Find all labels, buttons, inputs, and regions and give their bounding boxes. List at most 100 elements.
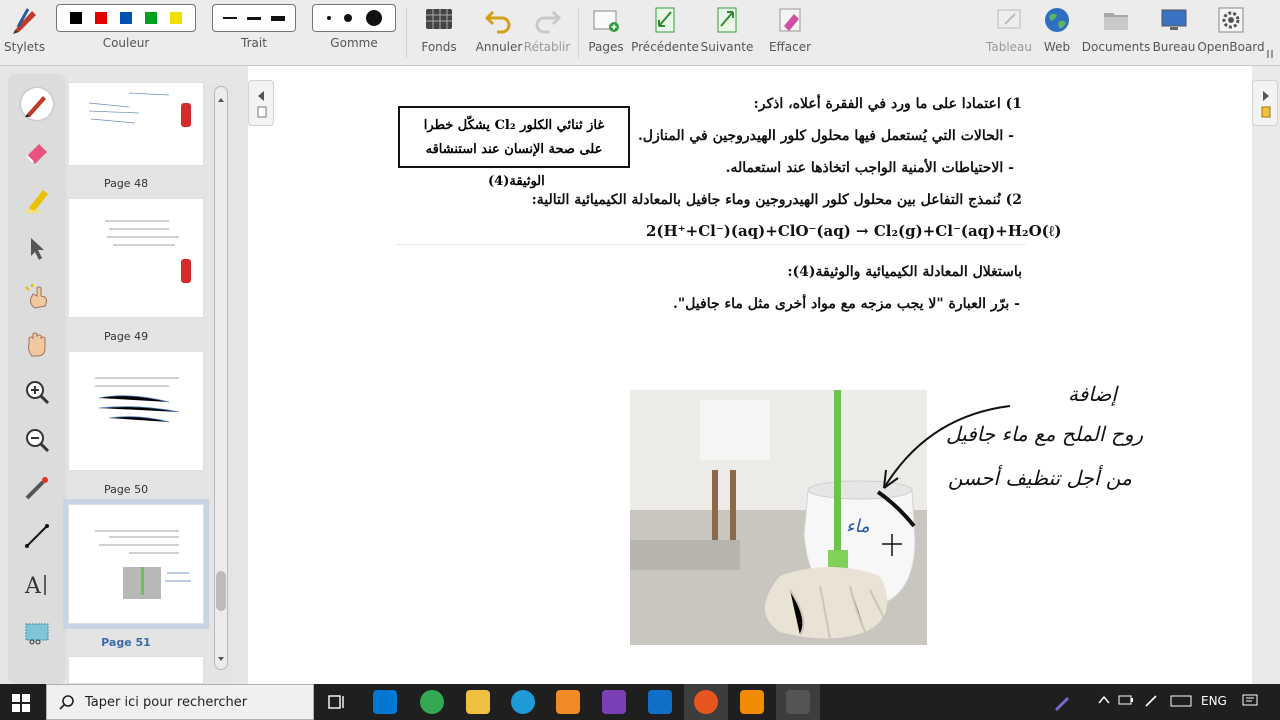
pointing-hand-icon	[25, 284, 47, 309]
windows-start-icon[interactable]	[12, 694, 30, 716]
pen-tool[interactable]	[21, 88, 53, 120]
highlighter-tool[interactable]	[21, 184, 53, 216]
color-blue[interactable]	[120, 12, 132, 24]
firefox-icon[interactable]	[694, 690, 718, 714]
trait-label: Trait	[241, 36, 267, 50]
precedente-button[interactable]: Précédente	[630, 4, 700, 54]
openboard-label: OpenBoard	[1197, 40, 1265, 54]
gomme-label: Gomme	[330, 36, 378, 50]
language-indicator[interactable]: ENG	[1201, 694, 1227, 708]
eraser-tool[interactable]	[21, 136, 53, 168]
line-thin[interactable]	[223, 17, 237, 19]
bureau-label: Bureau	[1152, 40, 1196, 54]
add-page-icon	[590, 4, 622, 36]
chevron-up-icon[interactable]	[1098, 694, 1110, 709]
capture-tool[interactable]	[21, 616, 53, 648]
document-box-line-2: على صحة الإنسان عند استنشاقه	[425, 142, 603, 157]
globe-icon	[1041, 4, 1073, 36]
pages-label: Pages	[588, 40, 624, 54]
stylets-button[interactable]: Stylets	[4, 4, 45, 54]
line-medium[interactable]	[247, 16, 261, 20]
eraser-icon	[26, 144, 47, 164]
effacer-button[interactable]: Effacer	[755, 4, 825, 54]
interact-tool[interactable]	[21, 280, 53, 312]
stylets-label: Stylets	[4, 40, 46, 54]
monitor-icon	[1158, 4, 1190, 36]
openboard-button[interactable]: OpenBoard	[1196, 4, 1266, 54]
file-explorer-icon[interactable]	[466, 690, 490, 714]
tool-palette: A	[8, 74, 66, 684]
chemical-equation: 2(H⁺+Cl⁻)(aq)+ClO⁻(aq) → Cl₂(g)+Cl⁻(aq)+…	[646, 222, 1062, 240]
color-green[interactable]	[145, 12, 157, 24]
justify-statement: - برّر العبارة "لا يجب مزجه مع مواد أخرى…	[673, 296, 1020, 312]
couleur-label: Couleur	[102, 36, 150, 50]
page-thumbnail-selected[interactable]	[63, 499, 209, 629]
app-orange-icon[interactable]	[740, 690, 764, 714]
edge-icon[interactable]	[511, 690, 535, 714]
eraser-medium[interactable]	[344, 14, 352, 22]
folder-icon	[1100, 4, 1132, 36]
ink-workspace-icon[interactable]	[1144, 694, 1160, 711]
outlook-icon[interactable]	[648, 690, 672, 714]
suivante-label: Suivante	[700, 40, 754, 54]
board-canvas[interactable]: 1) اعتمادا على ما ورد في الفقرة أعلاه، ا…	[248, 66, 1252, 684]
microsoft-store-icon[interactable]	[373, 690, 397, 714]
redo-icon	[531, 4, 563, 36]
taskbar-search-box[interactable]: Taper ici pour rechercher	[46, 684, 314, 720]
svg-text:A: A	[24, 574, 42, 598]
keyboard-icon[interactable]	[1170, 694, 1192, 711]
pen-icon	[25, 96, 46, 117]
pen-tray-icon[interactable]	[1052, 692, 1072, 716]
text-tool[interactable]: A	[21, 568, 53, 600]
zoom-in-icon	[26, 381, 50, 405]
web-label: Web	[1043, 40, 1071, 54]
document-4-box: غاز ثنائي الكلور Cl₂ يشكّل خطرا على صحة …	[398, 106, 630, 168]
question-1: 1) اعتمادا على ما ورد في الفقرة أعلاه، ا…	[753, 96, 1022, 112]
onenote-icon[interactable]	[602, 690, 626, 714]
previous-page-icon	[649, 4, 681, 36]
color-red[interactable]	[95, 12, 107, 24]
right-panel-toggle[interactable]	[1252, 80, 1278, 126]
eraser-small[interactable]	[326, 16, 331, 20]
background-grid-icon	[423, 4, 455, 36]
capture-icon	[25, 623, 49, 645]
battery-icon[interactable]	[1118, 694, 1134, 709]
scroll-up-arrow-icon[interactable]	[217, 89, 225, 108]
fonds-label: Fonds	[421, 40, 457, 54]
chrome-icon[interactable]	[420, 690, 444, 714]
page-thumbnail[interactable]	[68, 82, 204, 166]
select-tool[interactable]	[21, 232, 53, 264]
page-thumbnail-label: Page 48	[103, 177, 149, 190]
page-thumbnail[interactable]	[68, 198, 204, 318]
zoom-out-tool[interactable]	[21, 424, 53, 456]
hand-tool[interactable]	[21, 328, 53, 360]
color-black[interactable]	[70, 12, 82, 24]
media-player-icon[interactable]	[556, 690, 580, 714]
eraser-size-picker	[312, 4, 396, 32]
color-palette	[56, 4, 196, 32]
line-thick[interactable]	[271, 15, 285, 21]
page-thumbnail[interactable]	[68, 351, 204, 471]
document-4-label: الوثيقة(4)	[488, 174, 545, 189]
hand-icon	[27, 332, 46, 357]
thumbnail-scrollbar[interactable]	[214, 86, 228, 670]
openboard-taskbar-icon[interactable]	[786, 690, 810, 714]
scroll-down-arrow-icon[interactable]	[217, 648, 225, 667]
highlighter-icon	[25, 190, 48, 213]
page-thumbnail[interactable]	[68, 656, 204, 684]
line-width-group: Trait	[212, 4, 296, 50]
laser-pointer-tool[interactable]	[21, 472, 53, 504]
scrollbar-thumb[interactable]	[216, 571, 226, 611]
eraser-large[interactable]	[365, 10, 382, 26]
suivante-button[interactable]: Suivante	[692, 4, 762, 54]
color-yellow[interactable]	[170, 12, 182, 24]
line-tool[interactable]	[21, 520, 53, 552]
notifications-icon[interactable]	[1242, 694, 1258, 711]
zoom-in-tool[interactable]	[21, 376, 53, 408]
eraser-size-group: Gomme	[312, 4, 396, 50]
line-icon	[25, 524, 49, 548]
thumbnail-panel-toggle[interactable]	[248, 80, 274, 126]
main-toolbar: Stylets Couleur Trait Gomme Fonds Annule…	[0, 0, 1280, 66]
search-icon	[59, 695, 74, 710]
task-view-icon[interactable]	[328, 694, 346, 714]
